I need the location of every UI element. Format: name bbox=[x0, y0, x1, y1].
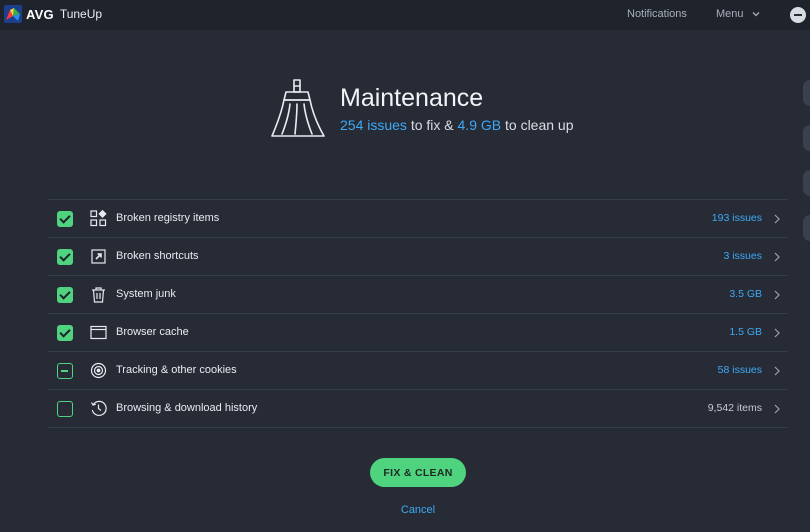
summary-text: 254 issues to fix & 4.9 GB to clean up bbox=[340, 117, 574, 133]
notifications-link[interactable]: Notifications bbox=[627, 8, 687, 20]
issues-count: 254 issues bbox=[340, 117, 407, 133]
chevron-right-icon[interactable] bbox=[774, 290, 780, 300]
checkbox[interactable] bbox=[57, 211, 73, 227]
menu-label: Menu bbox=[716, 8, 744, 20]
cancel-link[interactable]: Cancel bbox=[395, 504, 441, 516]
checkbox[interactable] bbox=[57, 325, 73, 341]
chevron-right-icon[interactable] bbox=[774, 252, 780, 262]
summary-mid-text: to fix & bbox=[406, 117, 458, 133]
chevron-down-icon bbox=[752, 12, 759, 17]
item-label: Browser cache bbox=[116, 326, 189, 338]
item-label: System junk bbox=[116, 288, 176, 300]
side-tab[interactable] bbox=[803, 215, 810, 241]
item-label: Broken shortcuts bbox=[116, 250, 199, 262]
item-label: Tracking & other cookies bbox=[116, 364, 237, 376]
history-clock-icon bbox=[90, 400, 107, 416]
cleanup-size: 4.9 GB bbox=[457, 117, 502, 133]
item-value[interactable]: 3 issues bbox=[723, 250, 762, 262]
side-tab[interactable] bbox=[803, 170, 810, 196]
chevron-right-icon[interactable] bbox=[774, 328, 780, 338]
list-item-registry[interactable]: Broken registry items 193 issues bbox=[48, 200, 788, 238]
fix-and-clean-button[interactable]: FIX & CLEAN bbox=[370, 458, 466, 487]
item-label: Browsing & download history bbox=[116, 402, 258, 414]
checkbox[interactable] bbox=[57, 363, 73, 379]
list-item-browser-cache[interactable]: Browser cache 1.5 GB bbox=[48, 314, 788, 352]
item-value[interactable]: 9,542 items bbox=[708, 402, 762, 414]
app-name: TuneUp bbox=[59, 7, 103, 21]
list-item-shortcuts[interactable]: Broken shortcuts 3 issues bbox=[48, 238, 788, 276]
brand-name: AVG bbox=[26, 6, 54, 22]
checkbox[interactable] bbox=[57, 287, 73, 303]
chevron-right-icon[interactable] bbox=[774, 214, 780, 224]
trash-icon bbox=[92, 287, 105, 303]
minimize-button[interactable] bbox=[790, 7, 806, 23]
list-item-history[interactable]: Browsing & download history 9,542 items bbox=[48, 390, 788, 428]
item-value[interactable]: 1.5 GB bbox=[729, 326, 762, 338]
browser-window-icon bbox=[90, 325, 107, 340]
summary-tail-text: to clean up bbox=[501, 117, 574, 133]
avg-logo-icon bbox=[4, 5, 22, 23]
side-tab[interactable] bbox=[803, 125, 810, 151]
title-bar: AVG TuneUp Notifications Menu bbox=[0, 0, 810, 30]
target-icon bbox=[90, 362, 107, 379]
chevron-right-icon[interactable] bbox=[774, 404, 780, 414]
list-item-system-junk[interactable]: System junk 3.5 GB bbox=[48, 276, 788, 314]
item-value[interactable]: 3.5 GB bbox=[729, 288, 762, 300]
item-value[interactable]: 193 issues bbox=[712, 212, 762, 224]
checkbox[interactable] bbox=[57, 401, 73, 417]
list-item-cookies[interactable]: Tracking & other cookies 58 issues bbox=[48, 352, 788, 390]
chevron-right-icon[interactable] bbox=[774, 366, 780, 376]
item-value[interactable]: 58 issues bbox=[718, 364, 762, 376]
checkbox[interactable] bbox=[57, 249, 73, 265]
side-tab[interactable] bbox=[803, 80, 810, 106]
item-label: Broken registry items bbox=[116, 212, 220, 224]
broom-icon bbox=[271, 79, 325, 137]
shortcut-icon bbox=[91, 249, 106, 264]
menu-button[interactable]: Menu bbox=[716, 8, 760, 20]
page-title: Maintenance bbox=[340, 84, 484, 112]
registry-icon bbox=[90, 210, 107, 227]
app-logo: AVG TuneUp bbox=[4, 5, 102, 23]
maintenance-list: Broken registry items 193 issues Broken … bbox=[48, 199, 788, 428]
